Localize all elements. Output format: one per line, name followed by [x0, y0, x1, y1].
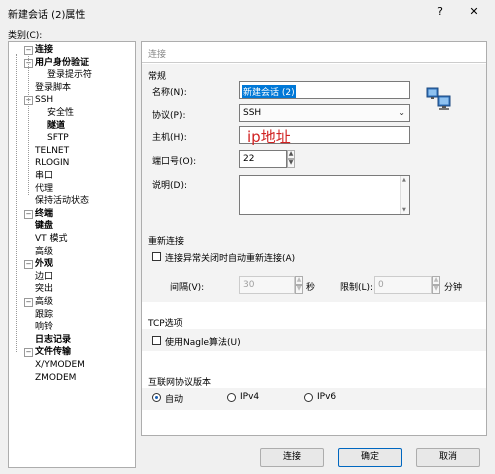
tcp-section-title: TCP选项 — [148, 319, 183, 329]
interval-decrement[interactable]: ▼ — [295, 285, 303, 294]
close-button[interactable]: ✕ — [462, 3, 486, 21]
ipver-auto-radio[interactable] — [152, 393, 161, 402]
auto-reconnect-checkbox[interactable] — [152, 252, 161, 261]
ok-button[interactable]: 确定 — [338, 448, 402, 467]
properties-dialog: 新建会话 (2)属性 ? ✕ 类别(C): − 连接 − 用户身份验证 登录提示符 登录脚… — [0, 0, 495, 474]
tree-item[interactable]: SFTP — [47, 132, 69, 144]
connect-button[interactable]: 连接 — [260, 448, 324, 467]
limit-increment[interactable]: ▲ — [432, 276, 440, 285]
port-label: 端口号(O): — [152, 157, 197, 167]
chevron-down-icon: ⌄ — [398, 108, 405, 117]
tree-item[interactable]: SSH — [35, 94, 53, 106]
tree-item[interactable]: X/YMODEM — [35, 359, 85, 371]
cancel-button[interactable]: 取消 — [416, 448, 480, 467]
panel-header: 连接 — [148, 50, 167, 60]
interval-label: 间隔(V): — [170, 283, 205, 293]
name-field-value: 新建会话 (2) — [242, 85, 296, 98]
settings-panel: 连接 常规 名称(N): 新建会话 (2) 协议(P): SSH ⌄ 主机(H)… — [141, 41, 487, 436]
category-tree[interactable]: − 连接 − 用户身份验证 登录提示符 登录脚本 − SSH 安全性 隧道 SFTP TELNET RL… — [8, 41, 136, 468]
tree-guide-line — [16, 54, 17, 353]
ipver-section-bg — [142, 388, 486, 410]
header-divider — [142, 62, 486, 63]
tree-item[interactable]: 高级 — [35, 296, 53, 308]
tree-item[interactable]: 安全性 — [47, 107, 74, 119]
description-label: 说明(D): — [152, 181, 187, 191]
tree-item[interactable]: 响铃 — [35, 321, 53, 333]
tree-item[interactable]: 登录提示符 — [47, 69, 92, 81]
ipver-ipv4-radio[interactable] — [227, 393, 236, 402]
nagle-label[interactable]: 使用Nagle算法(U) — [165, 335, 241, 348]
tree-item[interactable]: 用户身份验证 — [35, 57, 89, 69]
tree-toggle[interactable]: − — [24, 348, 33, 358]
tree-guide-line — [28, 56, 29, 195]
tree-toggle[interactable]: − — [24, 260, 33, 270]
scroll-down-icon: ▼ — [402, 207, 406, 213]
tree-item[interactable]: VT 模式 — [35, 233, 68, 245]
port-field-value: 22 — [243, 154, 255, 164]
tree-item[interactable]: 高级 — [35, 246, 53, 258]
ipver-section-title: 互联网协议版本 — [148, 378, 212, 388]
tree-item[interactable]: 终端 — [35, 208, 53, 220]
limit-decrement[interactable]: ▼ — [432, 285, 440, 294]
host-annotation: ip地址 — [247, 128, 291, 146]
network-computers-icon — [426, 87, 451, 110]
tree-item[interactable]: 保持活动状态 — [35, 195, 89, 207]
description-scrollbar[interactable]: ▲ ▼ — [400, 176, 409, 214]
tree-item[interactable]: 突出 — [35, 283, 53, 295]
limit-field[interactable]: 0 — [374, 276, 432, 294]
tree-item[interactable]: ZMODEM — [35, 372, 76, 384]
tree-item[interactable]: 代理 — [35, 183, 53, 195]
host-label: 主机(H): — [152, 133, 187, 143]
tree-item[interactable]: 连接 — [35, 44, 53, 56]
tree-item[interactable]: 登录脚本 — [35, 82, 71, 94]
protocol-label: 协议(P): — [152, 111, 186, 121]
help-button[interactable]: ? — [428, 3, 452, 21]
protocol-select[interactable]: SSH ⌄ — [239, 104, 410, 122]
tree-toggle[interactable]: − — [24, 46, 33, 55]
tree-item[interactable]: 文件传输 — [35, 346, 71, 358]
tree-item[interactable]: RLOGIN — [35, 157, 69, 169]
window-title: 新建会话 (2)属性 — [8, 10, 86, 21]
name-field[interactable]: 新建会话 (2) — [239, 81, 410, 99]
limit-field-value: 0 — [378, 280, 384, 290]
interval-unit: 秒 — [306, 283, 316, 293]
ipver-ipv4-label[interactable]: IPv4 — [240, 392, 259, 402]
scroll-up-icon: ▲ — [402, 177, 406, 183]
tree-toggle[interactable]: − — [24, 209, 33, 219]
interval-field[interactable]: 30 — [239, 276, 295, 294]
tree-item[interactable]: 跟踪 — [35, 309, 53, 321]
ipver-ipv6-label[interactable]: IPv6 — [317, 392, 336, 402]
interval-increment[interactable]: ▲ — [295, 276, 303, 285]
description-field[interactable]: ▲ ▼ — [239, 175, 410, 215]
general-section-title: 常规 — [148, 72, 167, 82]
interval-field-value: 30 — [243, 280, 255, 290]
tree-item[interactable]: 隧道 — [47, 120, 65, 132]
name-label: 名称(N): — [152, 88, 187, 98]
tree-item[interactable]: 边口 — [35, 271, 53, 283]
category-label: 类别(C): — [8, 31, 43, 41]
reconnect-section-title: 重新连接 — [148, 237, 185, 247]
port-decrement[interactable]: ▼ — [287, 159, 295, 168]
ipver-auto-label[interactable]: 自动 — [165, 392, 183, 405]
tree-item[interactable]: 日志记录 — [35, 334, 71, 346]
protocol-select-value: SSH — [243, 108, 262, 118]
title-bar: 新建会话 (2)属性 ? ✕ — [0, 0, 495, 24]
tree-item[interactable]: 外观 — [35, 258, 53, 270]
tree-item[interactable]: 键盘 — [35, 220, 53, 232]
auto-reconnect-label[interactable]: 连接异常关闭时自动重新连接(A) — [165, 251, 295, 264]
tree-item[interactable]: TELNET — [35, 145, 69, 157]
tree-item[interactable]: 串口 — [35, 170, 53, 182]
port-field[interactable]: 22 — [239, 150, 287, 168]
tree-toggle[interactable]: − — [24, 298, 33, 307]
limit-label: 限制(L): — [340, 283, 374, 293]
limit-unit: 分钟 — [444, 283, 463, 293]
nagle-checkbox[interactable] — [152, 336, 161, 345]
ipver-ipv6-radio[interactable] — [304, 393, 313, 402]
port-increment[interactable]: ▲ — [287, 150, 295, 159]
